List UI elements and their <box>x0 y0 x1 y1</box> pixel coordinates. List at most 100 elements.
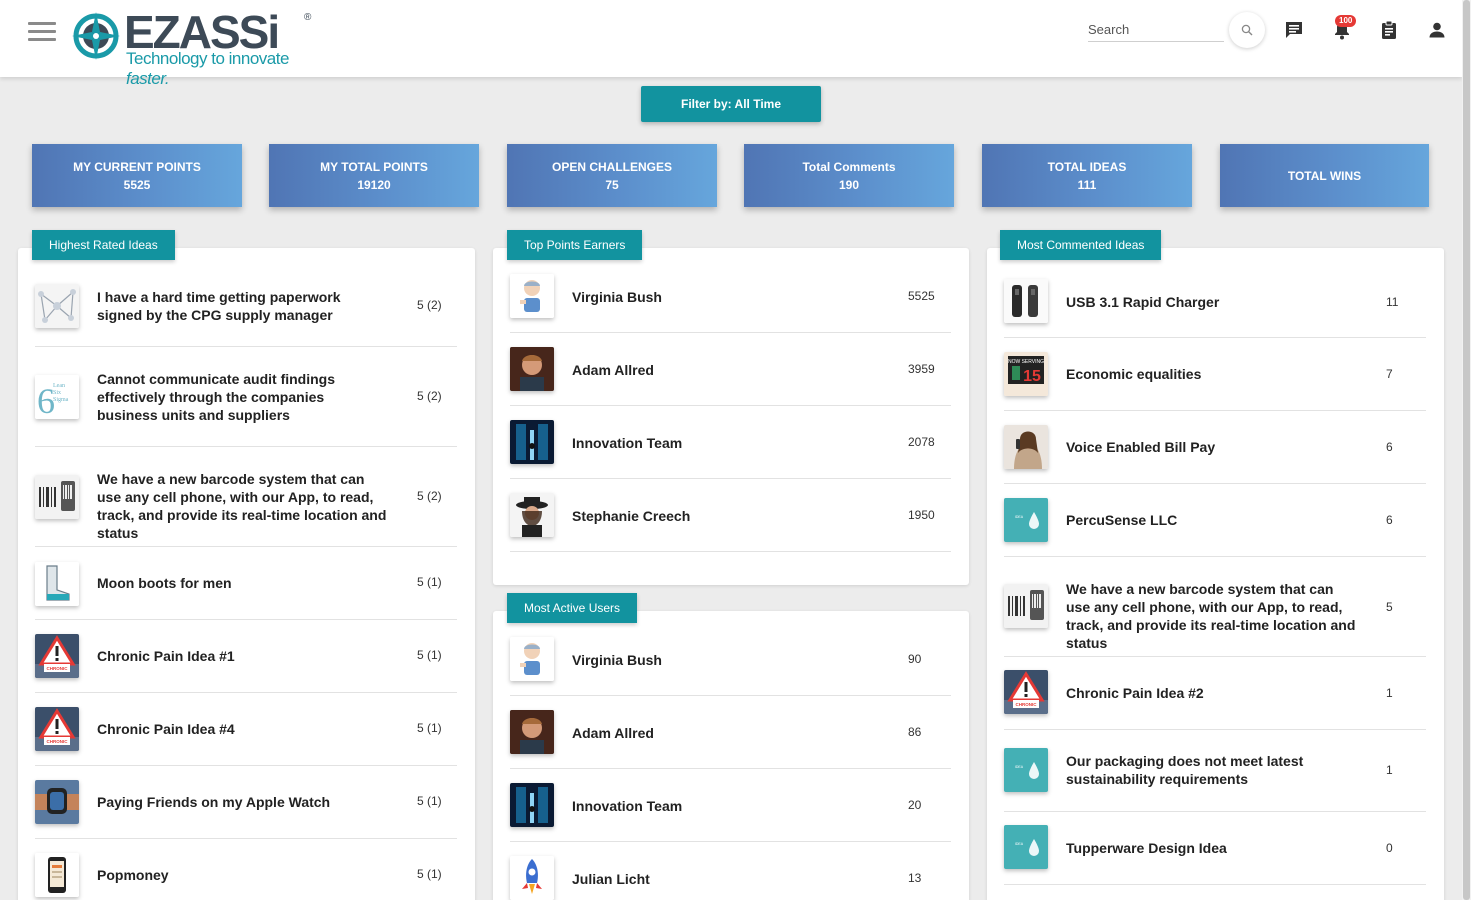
user-activity: 13 <box>908 871 922 885</box>
user-name: Julian Licht <box>572 871 650 887</box>
idea-title: Chronic Pain Idea #2 <box>1066 685 1204 701</box>
idea-title: Moon boots for men <box>97 575 232 591</box>
idea-title: We have a new barcode system that can us… <box>97 471 387 541</box>
stat-card-total-ideas[interactable]: TOTAL IDEAS 111 <box>982 144 1192 207</box>
idea-row[interactable]: Voice Enabled Bill Pay 6 <box>1004 411 1426 484</box>
idea-row[interactable]: Chronic Pain Idea #2 1 <box>1004 657 1426 730</box>
user-activity: 86 <box>908 725 922 739</box>
compass-logo-icon <box>72 12 120 60</box>
stat-label: MY CURRENT POINTS <box>73 159 201 174</box>
idea-row[interactable]: We have a new barcode system that can us… <box>35 447 457 547</box>
user-row[interactable]: Julian Licht 13 <box>510 842 951 900</box>
idea-title: We have a new barcode system that can us… <box>1066 581 1356 651</box>
search-icon <box>1241 24 1253 36</box>
user-row[interactable]: Virginia Bush 90 <box>510 623 951 696</box>
user-points: 2078 <box>908 435 935 449</box>
top-app-bar: EZASSi ® Technology to innovate faster. … <box>0 0 1462 88</box>
idea-title: Voice Enabled Bill Pay <box>1066 439 1216 455</box>
idea-rating: 5 (2) <box>417 489 442 503</box>
stat-label: TOTAL WINS <box>1287 168 1362 183</box>
idea-row[interactable]: PercuSense LLC 6 <box>1004 484 1426 557</box>
stat-card-open-challenges[interactable]: OPEN CHALLENGES 75 <box>507 144 717 207</box>
user-row[interactable]: Adam Allred 3959 <box>510 333 951 406</box>
user-activity: 90 <box>908 652 922 666</box>
idea-thumbnail-six-sigma <box>35 375 79 419</box>
highest-rated-ideas-title: Highest Rated Ideas <box>32 230 175 260</box>
idea-row[interactable]: Paying Friends on my Apple Watch 5 (1) <box>35 766 457 839</box>
brand-logo[interactable]: EZASSi ® Technology to innovate faster. <box>72 8 332 88</box>
user-activity: 20 <box>908 798 922 812</box>
idea-thumbnail-boot <box>35 562 79 606</box>
idea-row[interactable]: Our packaging does not meet latest susta… <box>1004 730 1426 812</box>
idea-row[interactable]: Tupperware Design Idea 0 <box>1004 812 1426 885</box>
idea-comment-count: 1 <box>1386 686 1393 700</box>
stat-card-total-comments[interactable]: Total Comments 190 <box>744 144 954 207</box>
idea-rating: 5 (1) <box>417 648 442 662</box>
idea-row[interactable]: Popmoney 5 (1) <box>35 839 457 900</box>
idea-row[interactable]: USB 3.1 Rapid Charger 11 <box>1004 265 1426 338</box>
idea-row[interactable]: Moon boots for men 5 (1) <box>35 547 457 620</box>
idea-rating: 5 (1) <box>417 575 442 589</box>
idea-rating: 5 (1) <box>417 867 442 881</box>
user-account-icon[interactable] <box>1427 20 1447 40</box>
user-row[interactable]: Innovation Team 2078 <box>510 406 951 479</box>
idea-comment-count: 5 <box>1386 600 1393 614</box>
user-name: Stephanie Creech <box>572 508 691 524</box>
user-points: 3959 <box>908 362 935 376</box>
idea-row[interactable]: Chronic Pain Idea #4 5 (1) <box>35 693 457 766</box>
user-name: Innovation Team <box>572 798 683 814</box>
stat-label: MY TOTAL POINTS <box>320 159 428 174</box>
idea-row[interactable]: We have a new barcode system that can us… <box>1004 557 1426 657</box>
idea-rating: 5 (2) <box>417 389 442 403</box>
registered-mark: ® <box>304 12 312 23</box>
scrollbar-thumb[interactable] <box>1463 0 1470 900</box>
stat-card-current-points[interactable]: MY CURRENT POINTS 5525 <box>32 144 242 207</box>
chat-icon[interactable] <box>1284 20 1304 40</box>
user-name: Adam Allred <box>572 725 654 741</box>
menu-icon[interactable] <box>28 22 56 42</box>
idea-thumbnail-watch <box>35 780 79 824</box>
user-avatar <box>510 783 554 827</box>
user-avatar <box>510 493 554 537</box>
search-field <box>1088 18 1224 42</box>
stat-value: 5525 <box>123 177 151 192</box>
stat-value: 111 <box>1077 177 1097 192</box>
user-name: Virginia Bush <box>572 652 662 668</box>
idea-title: Tupperware Design Idea <box>1066 840 1227 856</box>
stat-card-total-wins[interactable]: TOTAL WINS <box>1220 144 1429 207</box>
idea-row[interactable]: Cannot communicate audit findings effect… <box>35 347 457 447</box>
stat-label: TOTAL IDEAS <box>1047 159 1127 174</box>
idea-title: Chronic Pain Idea #4 <box>97 721 235 737</box>
stat-value: 75 <box>605 177 619 192</box>
user-avatar <box>510 420 554 464</box>
brand-tagline: Technology to innovate faster. <box>126 49 289 88</box>
user-avatar <box>510 274 554 318</box>
most-active-users-title: Most Active Users <box>507 593 638 623</box>
user-points: 5525 <box>908 289 935 303</box>
idea-comment-count: 11 <box>1386 295 1399 309</box>
idea-row[interactable]: I have a hard time getting paperwork sig… <box>35 264 457 347</box>
user-row[interactable]: Adam Allred 86 <box>510 696 951 769</box>
stat-card-total-points[interactable]: MY TOTAL POINTS 19120 <box>269 144 479 207</box>
idea-thumbnail-woman-phone <box>1004 425 1048 469</box>
idea-thumbnail-barcode <box>1004 584 1048 628</box>
idea-rating: 5 (2) <box>417 298 442 312</box>
search-input[interactable] <box>1088 18 1224 40</box>
clipboard-icon[interactable] <box>1379 20 1399 40</box>
idea-row[interactable]: Chronic Pain Idea #1 5 (1) <box>35 620 457 693</box>
idea-comment-count: 6 <box>1386 440 1393 454</box>
filter-by-button[interactable]: Filter by: All Time <box>641 86 821 122</box>
idea-thumbnail-chronic-pain <box>35 707 79 751</box>
user-avatar <box>510 347 554 391</box>
idea-title: Paying Friends on my Apple Watch <box>97 794 331 810</box>
user-row[interactable]: Stephanie Creech 1950 <box>510 479 951 552</box>
idea-row[interactable]: Economic equalities 7 <box>1004 338 1426 411</box>
idea-title: I have a hard time getting paperwork sig… <box>97 289 341 323</box>
idea-thumbnail-chronic-pain <box>1004 670 1048 714</box>
idea-thumbnail-drop <box>1004 498 1048 542</box>
page-scrollbar[interactable] <box>1462 0 1471 900</box>
user-row[interactable]: Innovation Team 20 <box>510 769 951 842</box>
user-row[interactable]: Virginia Bush 5525 <box>510 260 951 333</box>
stat-value: 19120 <box>357 177 391 192</box>
search-button[interactable] <box>1229 12 1265 48</box>
